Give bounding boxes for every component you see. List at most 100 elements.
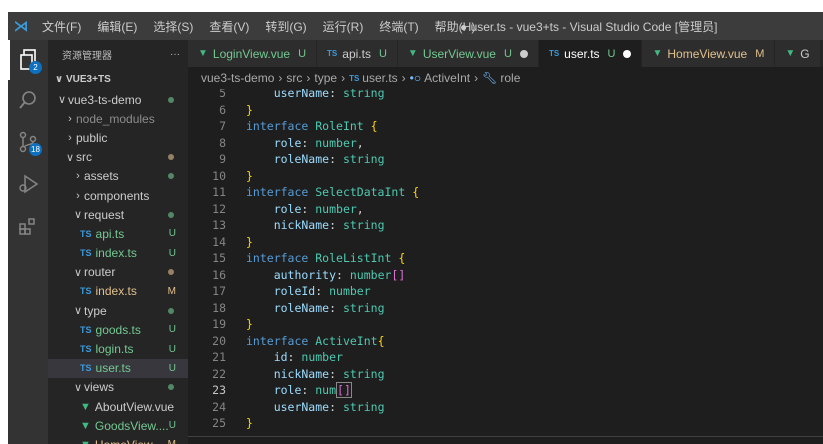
menu-bar: 文件(F) 编辑(E) 选择(S) 查看(V) 转到(G) 运行(R) 终端(T) 帮助(H): [34, 18, 483, 35]
code-line: 10}: [188, 168, 823, 185]
folder-row[interactable]: › node_modules: [48, 109, 188, 128]
code-token: :: [301, 135, 316, 150]
file-row[interactable]: ▼ AboutView.vue: [48, 397, 188, 416]
code-token: RoleListInt: [315, 251, 392, 266]
file-row[interactable]: TS index.ts M: [48, 282, 188, 301]
code-token: string: [342, 366, 385, 381]
more-actions-icon[interactable]: ···: [170, 49, 180, 60]
chevron-right-icon: ›: [68, 131, 72, 144]
code-text: interface RoleInt {: [236, 119, 378, 133]
code-line: 7 interface RoleInt {: [188, 118, 823, 135]
code-token: number: [315, 135, 357, 150]
tree-item-label: type: [84, 303, 107, 318]
git-status-dot: [168, 384, 174, 391]
file-row[interactable]: TS index.ts U: [48, 244, 188, 263]
folder-row[interactable]: › public: [48, 128, 188, 147]
code-token: {: [377, 333, 385, 348]
code-token: string: [342, 89, 385, 101]
folder-row[interactable]: › assets: [48, 167, 188, 186]
code-token: nickName: [246, 218, 330, 233]
git-status-badge: M: [167, 285, 176, 297]
breadcrumb-symbol[interactable]: role: [500, 71, 520, 85]
menu-item[interactable]: 转到(G): [257, 18, 314, 35]
code-token: }: [246, 168, 253, 183]
editor-tabs: ▼ LoginView.vue U TS api.ts U ▼ UserView.vue U TS…: [188, 40, 823, 67]
typescript-file-icon: TS: [80, 286, 92, 297]
code-token: string: [342, 399, 385, 414]
typescript-file-icon: TS: [80, 363, 92, 374]
menu-item[interactable]: 文件(F): [34, 18, 89, 35]
tab-git-status: U: [298, 47, 307, 60]
editor-tab[interactable]: ▼ HomeView.vue M: [642, 40, 776, 67]
code-token: number: [329, 284, 371, 299]
breadcrumb-item[interactable]: src: [286, 71, 302, 85]
explorer-icon[interactable]: 2: [8, 40, 48, 80]
source-control-icon[interactable]: 18: [8, 122, 48, 162]
chevron-right-icon: ›: [68, 112, 72, 125]
tree-item-label: api.ts: [95, 226, 125, 241]
tree-item-label: index.ts: [95, 246, 137, 261]
workspace-section[interactable]: ∨ VUE3+TS: [48, 68, 188, 90]
menu-item[interactable]: 选择(S): [145, 18, 201, 35]
file-row[interactable]: ▼ GoodsView.... U: [48, 416, 188, 435]
window-title: ● user.ts - vue3+ts - Visual Studio Code…: [460, 19, 718, 34]
breadcrumb: vue3-ts-demo › src › type › TS user.ts › •○ Active…: [188, 67, 823, 89]
folder-row[interactable]: ∨ vue3-ts-demo: [48, 90, 188, 109]
breadcrumb-file[interactable]: user.ts: [362, 71, 397, 85]
file-row[interactable]: TS goods.ts U: [48, 320, 188, 339]
code-editor[interactable]: 5 userName: string 6} 7 interface RoleInt {…: [188, 89, 823, 444]
git-status-badge: U: [168, 343, 176, 355]
search-icon[interactable]: [8, 80, 48, 120]
git-status-badge: U: [168, 324, 176, 336]
code-line: 16 authority: number[]: [188, 267, 823, 284]
editor-tab[interactable]: TS user.ts U: [538, 40, 643, 67]
unsaved-dot-icon[interactable]: [623, 49, 632, 58]
typescript-file-icon: TS: [327, 49, 338, 58]
file-row[interactable]: TS user.ts U: [48, 358, 188, 378]
code-text: role: num[]: [236, 382, 352, 399]
code-token: :: [315, 284, 330, 299]
file-row[interactable]: ▼ HomeView... M: [48, 435, 188, 444]
typescript-file-icon: TS: [349, 73, 360, 83]
folder-row[interactable]: ∨ views: [48, 378, 188, 397]
title-bar: ⋊ 文件(F) 编辑(E) 选择(S) 查看(V) 转到(G) 运行(R) 终端(T) 帮助(…: [8, 12, 823, 40]
folder-row[interactable]: ∨ request: [48, 205, 188, 224]
unsaved-dot-icon[interactable]: [519, 49, 528, 58]
menu-item[interactable]: 终端(T): [371, 18, 426, 35]
vue-file-icon: ▼: [407, 48, 418, 59]
editor-tab[interactable]: ▼ G: [775, 40, 821, 67]
extensions-icon[interactable]: [8, 206, 48, 246]
line-number: 10: [212, 168, 226, 183]
breadcrumb-item[interactable]: type: [314, 71, 337, 85]
breadcrumb-item[interactable]: vue3-ts-demo: [201, 71, 274, 85]
code-token: :: [287, 350, 302, 365]
run-debug-icon[interactable]: [8, 164, 48, 204]
code-line: 8 role: number,: [188, 135, 823, 152]
chevron-right-icon: ›: [341, 71, 346, 85]
code-token: number: [301, 350, 343, 365]
code-token: roleName: [246, 152, 330, 167]
code-text: }: [236, 317, 253, 331]
folder-row[interactable]: ∨ type: [48, 301, 188, 320]
folder-row[interactable]: ∨ src: [48, 148, 188, 167]
editor-tab[interactable]: ▼ LoginView.vue U: [188, 40, 318, 67]
source-control-badge: 18: [29, 143, 42, 156]
menu-item[interactable]: 编辑(E): [89, 18, 145, 35]
chevron-right-icon: ›: [474, 71, 479, 85]
editor-tab[interactable]: ▼ UserView.vue U: [397, 40, 539, 67]
menu-item[interactable]: 查看(V): [201, 18, 257, 35]
tree-item-label: router: [84, 265, 116, 280]
menu-item[interactable]: 运行(R): [315, 18, 372, 35]
line-number: 25: [212, 416, 226, 431]
folder-row[interactable]: ∨ router: [48, 263, 188, 282]
breadcrumb-symbol[interactable]: ActiveInt: [424, 71, 470, 85]
tree-item-label: node_modules: [76, 111, 155, 126]
tab-git-status: U: [503, 47, 512, 60]
file-row[interactable]: TS login.ts U: [48, 339, 188, 358]
file-row[interactable]: TS api.ts U: [48, 224, 188, 243]
line-number: 8: [219, 135, 226, 150]
folder-row[interactable]: › components: [48, 186, 188, 205]
editor-tab[interactable]: TS api.ts U: [317, 40, 398, 67]
code-token: roleId: [246, 284, 316, 299]
